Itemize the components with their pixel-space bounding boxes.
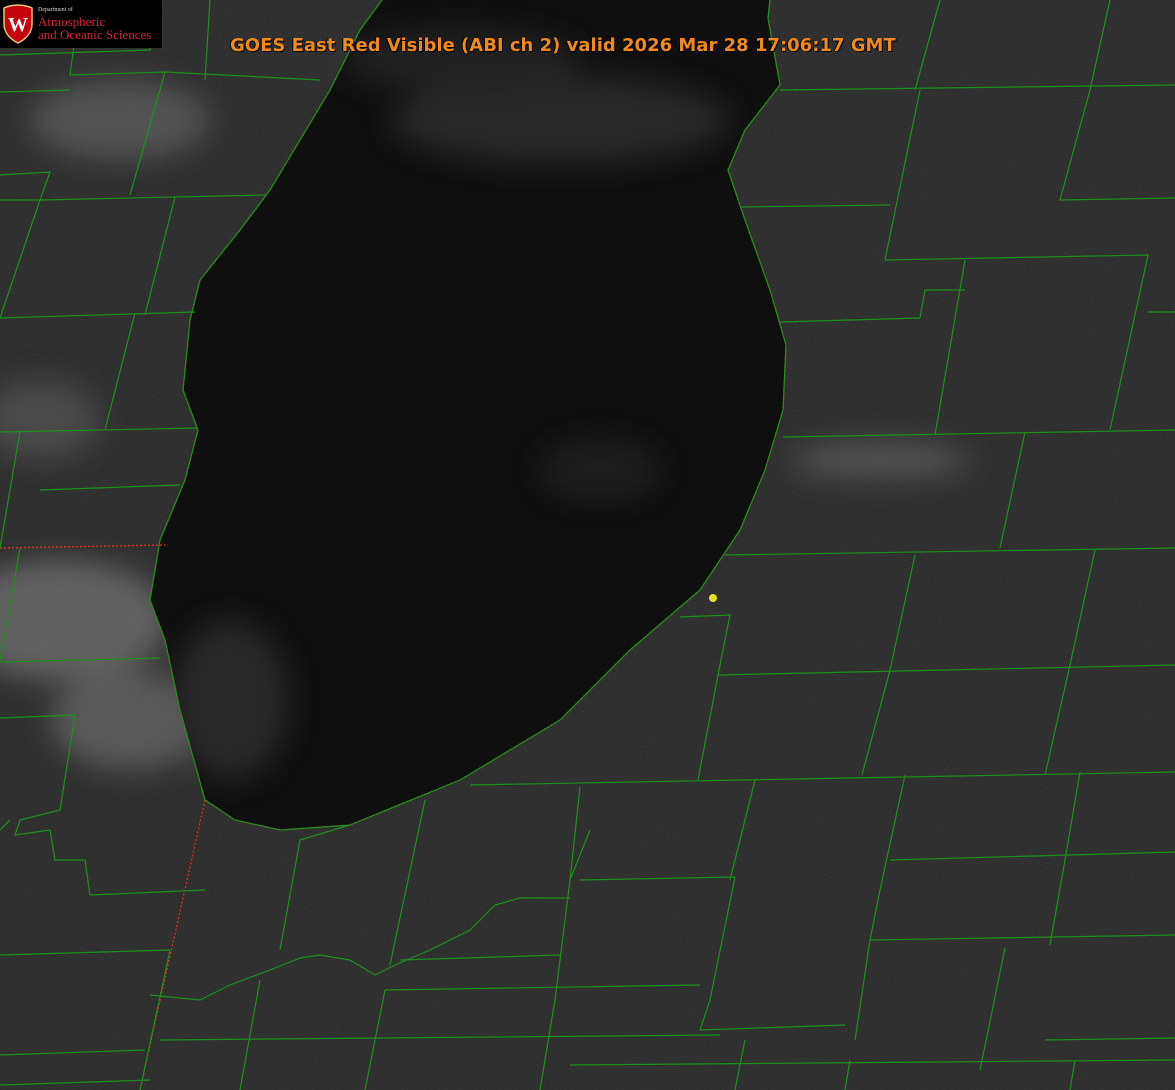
uw-crest-icon: W xyxy=(3,4,33,44)
department-logo: W Department of Atmospheric and Oceanic … xyxy=(0,0,162,48)
logo-line2: and Oceanic Sciences xyxy=(38,27,152,42)
satellite-map xyxy=(0,0,1175,1090)
crest-letter: W xyxy=(8,14,28,36)
location-marker xyxy=(709,594,717,602)
image-title: GOES East Red Visible (ABI ch 2) valid 2… xyxy=(230,35,896,56)
logo-department: Department of xyxy=(38,7,73,13)
